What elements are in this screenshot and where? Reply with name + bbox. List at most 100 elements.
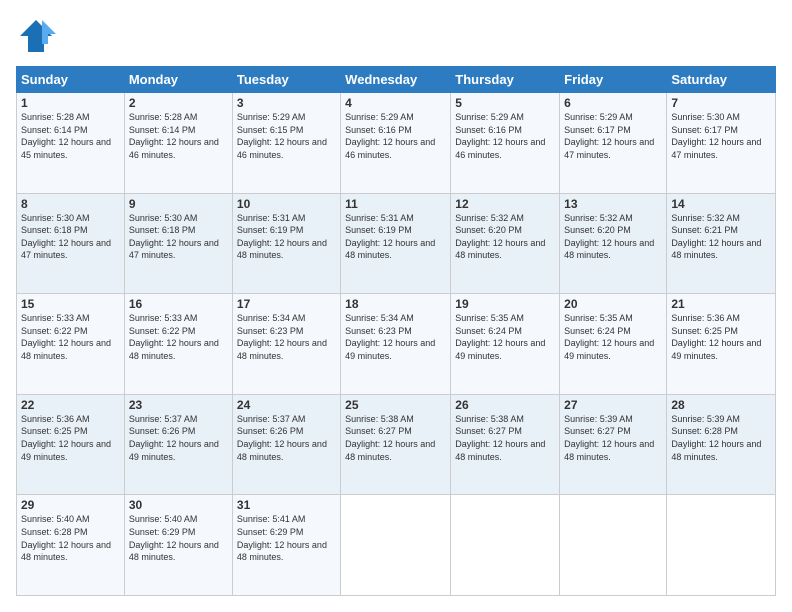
day-info: Sunrise: 5:35 AMSunset: 6:24 PMDaylight:… xyxy=(564,312,662,362)
calendar-week-row: 29Sunrise: 5:40 AMSunset: 6:28 PMDayligh… xyxy=(17,495,776,596)
calendar-cell: 13Sunrise: 5:32 AMSunset: 6:20 PMDayligh… xyxy=(560,193,667,294)
calendar-cell: 5Sunrise: 5:29 AMSunset: 6:16 PMDaylight… xyxy=(451,93,560,194)
day-number: 31 xyxy=(237,498,336,512)
day-info: Sunrise: 5:38 AMSunset: 6:27 PMDaylight:… xyxy=(455,413,555,463)
day-info: Sunrise: 5:29 AMSunset: 6:15 PMDaylight:… xyxy=(237,111,336,161)
day-info: Sunrise: 5:40 AMSunset: 6:28 PMDaylight:… xyxy=(21,513,120,563)
calendar-cell: 28Sunrise: 5:39 AMSunset: 6:28 PMDayligh… xyxy=(667,394,776,495)
day-number: 9 xyxy=(129,197,228,211)
day-number: 25 xyxy=(345,398,446,412)
calendar-cell: 17Sunrise: 5:34 AMSunset: 6:23 PMDayligh… xyxy=(232,294,340,395)
day-info: Sunrise: 5:37 AMSunset: 6:26 PMDaylight:… xyxy=(129,413,228,463)
day-info: Sunrise: 5:31 AMSunset: 6:19 PMDaylight:… xyxy=(345,212,446,262)
day-number: 3 xyxy=(237,96,336,110)
day-info: Sunrise: 5:30 AMSunset: 6:18 PMDaylight:… xyxy=(129,212,228,262)
day-number: 18 xyxy=(345,297,446,311)
calendar-cell: 8Sunrise: 5:30 AMSunset: 6:18 PMDaylight… xyxy=(17,193,125,294)
calendar-cell: 11Sunrise: 5:31 AMSunset: 6:19 PMDayligh… xyxy=(341,193,451,294)
day-info: Sunrise: 5:29 AMSunset: 6:16 PMDaylight:… xyxy=(345,111,446,161)
calendar-cell: 25Sunrise: 5:38 AMSunset: 6:27 PMDayligh… xyxy=(341,394,451,495)
calendar-header-row: SundayMondayTuesdayWednesdayThursdayFrid… xyxy=(17,67,776,93)
day-number: 16 xyxy=(129,297,228,311)
weekday-header: Monday xyxy=(124,67,232,93)
header xyxy=(16,16,776,56)
calendar-week-row: 1Sunrise: 5:28 AMSunset: 6:14 PMDaylight… xyxy=(17,93,776,194)
day-number: 14 xyxy=(671,197,771,211)
day-info: Sunrise: 5:33 AMSunset: 6:22 PMDaylight:… xyxy=(129,312,228,362)
calendar-cell: 24Sunrise: 5:37 AMSunset: 6:26 PMDayligh… xyxy=(232,394,340,495)
calendar-cell: 1Sunrise: 5:28 AMSunset: 6:14 PMDaylight… xyxy=(17,93,125,194)
calendar-cell: 10Sunrise: 5:31 AMSunset: 6:19 PMDayligh… xyxy=(232,193,340,294)
calendar-cell: 18Sunrise: 5:34 AMSunset: 6:23 PMDayligh… xyxy=(341,294,451,395)
day-info: Sunrise: 5:29 AMSunset: 6:16 PMDaylight:… xyxy=(455,111,555,161)
day-info: Sunrise: 5:38 AMSunset: 6:27 PMDaylight:… xyxy=(345,413,446,463)
day-number: 8 xyxy=(21,197,120,211)
calendar-cell: 4Sunrise: 5:29 AMSunset: 6:16 PMDaylight… xyxy=(341,93,451,194)
calendar-cell: 23Sunrise: 5:37 AMSunset: 6:26 PMDayligh… xyxy=(124,394,232,495)
calendar-cell: 21Sunrise: 5:36 AMSunset: 6:25 PMDayligh… xyxy=(667,294,776,395)
calendar-cell: 6Sunrise: 5:29 AMSunset: 6:17 PMDaylight… xyxy=(560,93,667,194)
calendar-cell: 31Sunrise: 5:41 AMSunset: 6:29 PMDayligh… xyxy=(232,495,340,596)
weekday-header: Thursday xyxy=(451,67,560,93)
day-number: 12 xyxy=(455,197,555,211)
day-number: 26 xyxy=(455,398,555,412)
calendar-cell: 26Sunrise: 5:38 AMSunset: 6:27 PMDayligh… xyxy=(451,394,560,495)
day-info: Sunrise: 5:36 AMSunset: 6:25 PMDaylight:… xyxy=(21,413,120,463)
day-info: Sunrise: 5:28 AMSunset: 6:14 PMDaylight:… xyxy=(129,111,228,161)
weekday-header: Saturday xyxy=(667,67,776,93)
day-number: 7 xyxy=(671,96,771,110)
calendar-cell: 19Sunrise: 5:35 AMSunset: 6:24 PMDayligh… xyxy=(451,294,560,395)
day-number: 29 xyxy=(21,498,120,512)
day-number: 6 xyxy=(564,96,662,110)
day-number: 2 xyxy=(129,96,228,110)
day-number: 28 xyxy=(671,398,771,412)
calendar-cell: 30Sunrise: 5:40 AMSunset: 6:29 PMDayligh… xyxy=(124,495,232,596)
day-info: Sunrise: 5:39 AMSunset: 6:28 PMDaylight:… xyxy=(671,413,771,463)
day-info: Sunrise: 5:34 AMSunset: 6:23 PMDaylight:… xyxy=(345,312,446,362)
calendar-week-row: 8 Sunrise: 5:30 AMSunset: 6:18 PMDaylight… xyxy=(17,193,776,294)
calendar-cell: 3Sunrise: 5:29 AMSunset: 6:15 PMDaylight… xyxy=(232,93,340,194)
day-info: Sunrise: 5:36 AMSunset: 6:25 PMDaylight:… xyxy=(671,312,771,362)
calendar-table: SundayMondayTuesdayWednesdayThursdayFrid… xyxy=(16,66,776,596)
day-info: Sunrise: 5:32 AMSunset: 6:20 PMDaylight:… xyxy=(564,212,662,262)
day-number: 21 xyxy=(671,297,771,311)
calendar-week-row: 22Sunrise: 5:36 AMSunset: 6:25 PMDayligh… xyxy=(17,394,776,495)
day-number: 5 xyxy=(455,96,555,110)
day-number: 24 xyxy=(237,398,336,412)
day-number: 1 xyxy=(21,96,120,110)
day-number: 23 xyxy=(129,398,228,412)
calendar-cell: 12Sunrise: 5:32 AMSunset: 6:20 PMDayligh… xyxy=(451,193,560,294)
calendar-week-row: 15 Sunrise: 5:33 AMSunset: 6:22 PMDayligh… xyxy=(17,294,776,395)
weekday-header: Sunday xyxy=(17,67,125,93)
day-info: Sunrise: 5:31 AMSunset: 6:19 PMDaylight:… xyxy=(237,212,336,262)
day-info: Sunrise: 5:34 AMSunset: 6:23 PMDaylight:… xyxy=(237,312,336,362)
calendar-cell: 15Sunrise: 5:33 AMSunset: 6:22 PMDayligh… xyxy=(17,294,125,395)
calendar-cell xyxy=(451,495,560,596)
calendar-cell: 9Sunrise: 5:30 AMSunset: 6:18 PMDaylight… xyxy=(124,193,232,294)
day-number: 11 xyxy=(345,197,446,211)
calendar-cell: 27Sunrise: 5:39 AMSunset: 6:27 PMDayligh… xyxy=(560,394,667,495)
calendar-cell: 2Sunrise: 5:28 AMSunset: 6:14 PMDaylight… xyxy=(124,93,232,194)
day-info: Sunrise: 5:29 AMSunset: 6:17 PMDaylight:… xyxy=(564,111,662,161)
calendar-body: 1Sunrise: 5:28 AMSunset: 6:14 PMDaylight… xyxy=(17,93,776,596)
weekday-header: Friday xyxy=(560,67,667,93)
calendar-cell xyxy=(667,495,776,596)
day-info: Sunrise: 5:28 AMSunset: 6:14 PMDaylight:… xyxy=(21,111,120,161)
day-info: Sunrise: 5:30 AMSunset: 6:17 PMDaylight:… xyxy=(671,111,771,161)
day-info: Sunrise: 5:40 AMSunset: 6:29 PMDaylight:… xyxy=(129,513,228,563)
weekday-header: Tuesday xyxy=(232,67,340,93)
day-number: 17 xyxy=(237,297,336,311)
day-info: Sunrise: 5:32 AMSunset: 6:20 PMDaylight:… xyxy=(455,212,555,262)
weekday-header: Wednesday xyxy=(341,67,451,93)
day-info: Sunrise: 5:32 AMSunset: 6:21 PMDaylight:… xyxy=(671,212,771,262)
calendar-cell: 14Sunrise: 5:32 AMSunset: 6:21 PMDayligh… xyxy=(667,193,776,294)
logo-icon xyxy=(16,16,56,56)
day-number: 15 xyxy=(21,297,120,311)
calendar-cell: 20Sunrise: 5:35 AMSunset: 6:24 PMDayligh… xyxy=(560,294,667,395)
calendar-cell: 29Sunrise: 5:40 AMSunset: 6:28 PMDayligh… xyxy=(17,495,125,596)
calendar-cell: 22Sunrise: 5:36 AMSunset: 6:25 PMDayligh… xyxy=(17,394,125,495)
day-info: Sunrise: 5:35 AMSunset: 6:24 PMDaylight:… xyxy=(455,312,555,362)
calendar-cell xyxy=(341,495,451,596)
calendar-cell: 7Sunrise: 5:30 AMSunset: 6:17 PMDaylight… xyxy=(667,93,776,194)
day-number: 22 xyxy=(21,398,120,412)
